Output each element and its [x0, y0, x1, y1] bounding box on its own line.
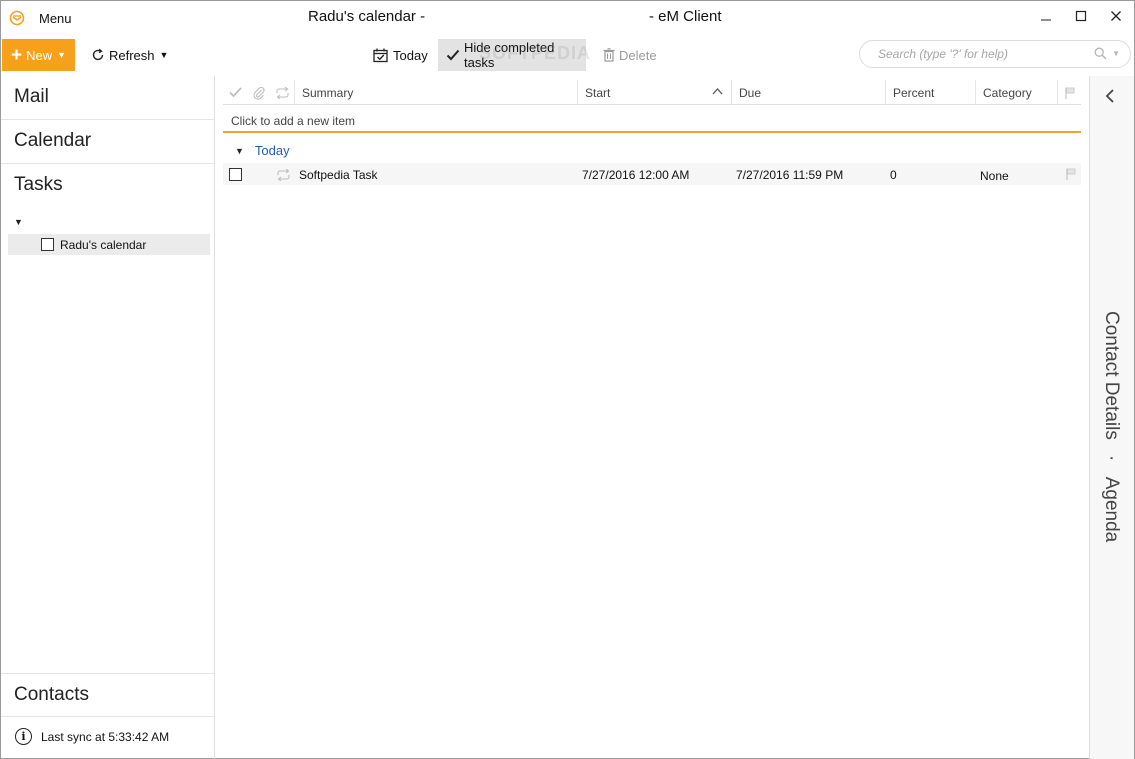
table-row[interactable]: Softpedia Task 7/27/2016 12:00 AM 7/27/2… — [223, 163, 1081, 185]
sidebar-folder-item[interactable]: Radu's calendar — [8, 234, 210, 255]
collapse-triangle-icon[interactable]: ▼ — [235, 146, 244, 156]
attachment-column-header[interactable] — [247, 80, 271, 105]
new-label: New — [26, 47, 53, 63]
task-start: 7/27/2016 12:00 AM — [582, 168, 690, 182]
task-complete-checkbox[interactable] — [229, 168, 242, 181]
paperclip-icon — [253, 86, 265, 100]
close-icon — [1111, 11, 1121, 21]
column-header-summary[interactable]: Summary — [295, 80, 578, 105]
sidebar-item-contacts[interactable]: Contacts — [1, 673, 214, 717]
hide-completed-tasks-button[interactable]: Hide completed tasks — [438, 39, 586, 71]
refresh-icon — [91, 48, 105, 62]
today-button[interactable]: Today — [365, 39, 436, 71]
sidebar-item-calendar[interactable]: Calendar — [1, 120, 214, 164]
checkmark-icon — [228, 87, 242, 98]
maximize-icon — [1075, 10, 1087, 22]
minimize-button[interactable] — [1028, 1, 1064, 31]
flag-icon[interactable] — [1066, 168, 1076, 180]
column-header-start[interactable]: Start — [578, 80, 732, 105]
folder-expand-toggle-icon[interactable]: ▼ — [14, 217, 23, 227]
today-label: Today — [393, 47, 428, 63]
search-icon[interactable]: ▼ — [1094, 47, 1120, 60]
window-title-app: - eM Client — [649, 8, 722, 25]
column-header-category[interactable]: Category — [976, 80, 1058, 105]
menu-label: Menu — [39, 10, 72, 26]
folder-checkbox[interactable] — [41, 238, 54, 251]
new-button[interactable]: + New ▼ — [2, 39, 75, 71]
add-new-item-row[interactable]: Click to add a new item — [223, 109, 1081, 133]
recurrence-column-header[interactable] — [271, 80, 295, 105]
right-side-panel: Contact Details · Agenda — [1089, 76, 1134, 759]
task-summary: Softpedia Task — [299, 168, 378, 182]
search-box[interactable]: ▼ — [859, 40, 1131, 68]
task-category: None — [980, 169, 1009, 183]
delete-label: Delete — [619, 47, 657, 63]
task-percent: 0 — [890, 168, 897, 182]
flag-icon — [1064, 87, 1074, 99]
menu-button[interactable]: Menu — [9, 7, 72, 29]
toolbar: + New ▼ Refresh ▼ Today Hide completed t… — [1, 38, 1134, 72]
search-input[interactable] — [878, 47, 1078, 61]
calendar-today-icon — [373, 48, 389, 63]
chevron-left-icon[interactable] — [1104, 88, 1116, 104]
app-window: Menu Radu's calendar - - eM Client + New… — [0, 0, 1135, 759]
tab-separator: · — [1101, 455, 1122, 462]
tab-contact-details[interactable]: Contact Details — [1101, 311, 1122, 440]
delete-button[interactable]: Delete — [595, 39, 665, 71]
title-bar: Menu Radu's calendar - - eM Client — [1, 1, 1134, 34]
close-button[interactable] — [1098, 1, 1134, 31]
sidebar: Mail Calendar Tasks ▼ Radu's calendar Co… — [1, 76, 215, 759]
chevron-down-icon: ▼ — [159, 50, 169, 60]
column-header-start-label: Start — [585, 85, 611, 100]
sort-ascending-icon — [712, 88, 723, 95]
right-panel-tabs: Contact Details · Agenda — [1100, 311, 1122, 542]
refresh-button[interactable]: Refresh ▼ — [83, 39, 176, 71]
checkmark-icon — [446, 49, 460, 61]
grid-header: Summary Start Due Percent Category — [223, 80, 1081, 105]
hide-completed-label: Hide completed tasks — [464, 40, 555, 70]
completed-column-header[interactable] — [223, 80, 247, 105]
plus-icon: + — [10, 44, 23, 66]
flag-column-header[interactable] — [1058, 80, 1081, 105]
group-header-today[interactable]: ▼ Today — [235, 143, 290, 158]
column-header-due[interactable]: Due — [732, 80, 886, 105]
folder-label: Radu's calendar — [60, 237, 147, 252]
trash-icon — [603, 48, 615, 62]
task-list: Summary Start Due Percent Category Click… — [215, 76, 1089, 759]
sidebar-item-tasks[interactable]: Tasks — [1, 164, 214, 208]
chevron-down-icon: ▼ — [57, 50, 67, 60]
tab-agenda[interactable]: Agenda — [1101, 477, 1122, 543]
sidebar-item-mail[interactable]: Mail — [1, 76, 214, 120]
recurrence-icon — [277, 169, 290, 181]
group-label: Today — [254, 143, 290, 158]
maximize-button[interactable] — [1063, 1, 1099, 31]
recurrence-icon — [276, 86, 289, 99]
sync-status-text: Last sync at 5:33:42 AM — [41, 729, 170, 744]
minimize-icon — [1041, 19, 1051, 21]
info-icon: i — [15, 728, 32, 745]
column-header-percent[interactable]: Percent — [886, 80, 976, 105]
window-title-folder: Radu's calendar - — [308, 8, 426, 25]
refresh-label: Refresh — [109, 47, 155, 63]
task-due: 7/27/2016 11:59 PM — [736, 168, 844, 182]
sync-status: i Last sync at 5:33:42 AM — [15, 728, 169, 745]
em-client-logo-icon — [9, 10, 25, 26]
chevron-down-icon: ▼ — [1112, 49, 1120, 58]
